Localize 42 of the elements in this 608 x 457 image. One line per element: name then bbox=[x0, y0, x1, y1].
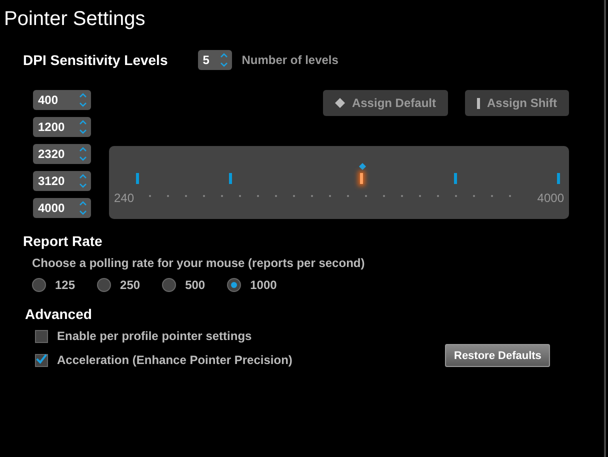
dpi-value-spinner[interactable]: 400 bbox=[33, 90, 91, 110]
spinner-arrows-icon[interactable] bbox=[218, 52, 229, 68]
checkbox-label: Enable per profile pointer settings bbox=[57, 329, 252, 343]
dpi-value-spinner[interactable]: 4000 bbox=[33, 198, 91, 218]
dpi-level-marker[interactable] bbox=[136, 173, 139, 184]
dpi-level-marker[interactable] bbox=[557, 173, 560, 184]
bar-icon bbox=[476, 98, 480, 108]
spinner-arrows-icon[interactable] bbox=[78, 200, 88, 216]
diamond-icon bbox=[334, 98, 345, 108]
checkbox[interactable] bbox=[35, 354, 48, 366]
restore-defaults-button[interactable]: Restore Defaults bbox=[445, 344, 550, 367]
count-label: Number of levels bbox=[242, 53, 338, 67]
radio-label: 125 bbox=[55, 278, 76, 292]
assign-default-button[interactable]: Assign Default bbox=[322, 90, 448, 116]
checkbox[interactable] bbox=[35, 330, 48, 342]
radio-label: 500 bbox=[185, 278, 206, 292]
radio-button[interactable] bbox=[97, 278, 112, 292]
section-heading: DPI Sensitivity Levels bbox=[23, 52, 168, 68]
max-label: 4000 bbox=[537, 191, 564, 205]
spinner-arrows-icon[interactable] bbox=[78, 146, 88, 162]
radio-button[interactable] bbox=[227, 278, 242, 292]
spinner-arrows-icon[interactable] bbox=[78, 92, 88, 108]
page-title: Pointer Settings bbox=[3, 7, 146, 32]
dpi-value-spinner[interactable]: 3120 bbox=[33, 171, 91, 191]
assign-shift-button[interactable]: Assign Shift bbox=[464, 90, 569, 116]
min-label: 240 bbox=[114, 191, 134, 205]
spinner-arrows-icon[interactable] bbox=[78, 173, 88, 189]
radio-label: 1000 bbox=[250, 278, 277, 292]
spinner-arrows-icon[interactable] bbox=[78, 119, 88, 135]
description-text: Choose a polling rate for your mouse (reports per second) bbox=[32, 256, 365, 270]
radio-label: 250 bbox=[120, 278, 140, 292]
dpi-level-marker[interactable] bbox=[454, 173, 458, 184]
section-heading: Advanced bbox=[25, 306, 93, 322]
dpi-level-marker[interactable] bbox=[229, 173, 232, 184]
section-heading: Report Rate bbox=[23, 233, 104, 249]
dpi-value-spinner[interactable]: 1200 bbox=[33, 117, 91, 137]
dpi-value-spinner[interactable]: 2320 bbox=[33, 144, 91, 164]
checkbox-label: Acceleration (Enhance Pointer Precision) bbox=[57, 353, 292, 367]
radio-button[interactable] bbox=[32, 278, 46, 292]
radio-button[interactable] bbox=[162, 278, 176, 292]
level-count-spinner[interactable]: 5 bbox=[198, 50, 232, 70]
dpi-level-marker[interactable] bbox=[360, 173, 364, 184]
